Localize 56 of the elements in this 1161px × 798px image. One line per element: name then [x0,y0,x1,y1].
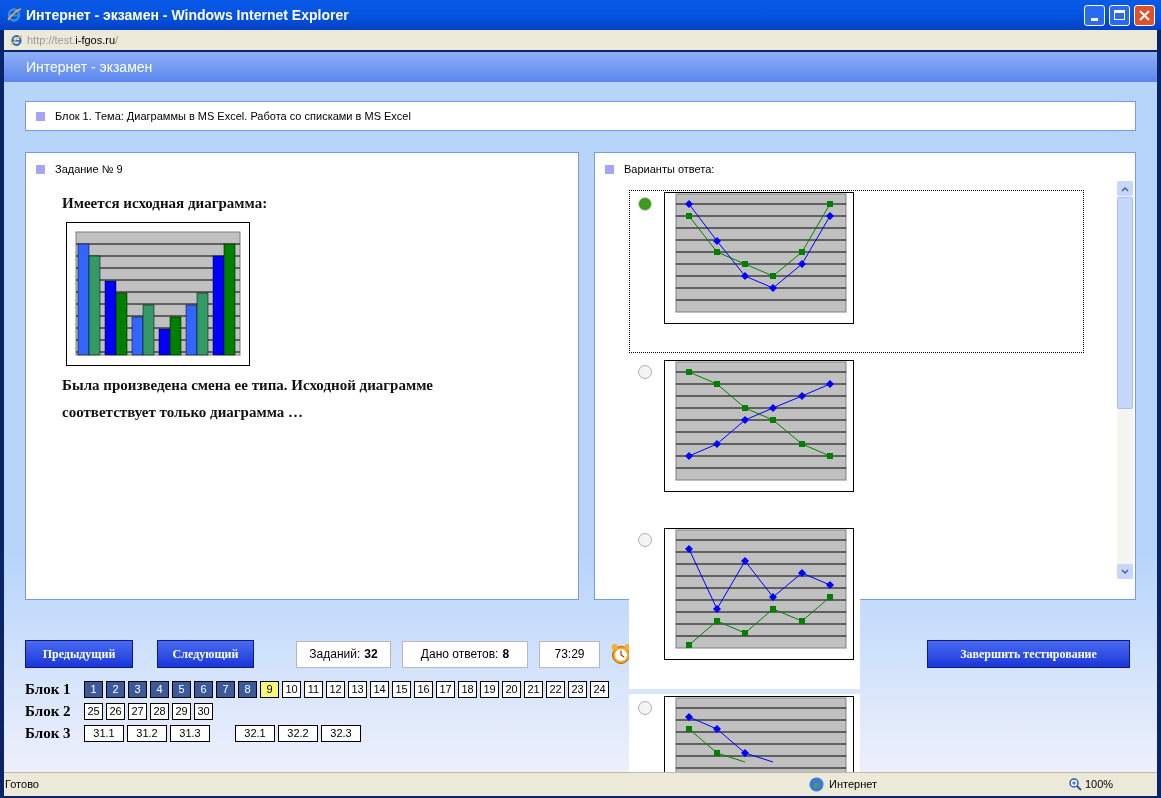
question-number[interactable]: 7 [216,681,235,698]
question-number[interactable]: 5 [172,681,191,698]
page-header: Интернет - экзамен [4,52,1157,82]
question-number[interactable]: 32.2 [278,725,318,742]
url-text: http://test.i-fgos.ru/ [27,32,119,48]
topic-text: Блок 1. Тема: Диаграммы в MS Excel. Работа со списками в MS Excel [55,108,411,124]
question-number[interactable]: 4 [150,681,169,698]
question-number[interactable]: 24 [590,681,609,698]
block-label: Блок 3 [25,726,72,741]
question-number[interactable]: 18 [458,681,477,698]
question-number[interactable]: 28 [150,703,169,720]
question-number[interactable]: 11 [304,681,323,698]
finish-button[interactable]: Завершить тестирование [927,640,1130,668]
question-number[interactable]: 31.1 [84,725,124,742]
question-number[interactable]: 26 [106,703,125,720]
timer: 73:29 [539,640,600,668]
question-number[interactable]: 3 [128,681,147,698]
question-number[interactable]: 12 [326,681,345,698]
question-number[interactable]: 2 [106,681,125,698]
task-text: Была произведена смена ее типа. Исходной диаграмме соответствует только диаграмма … [62,376,434,422]
answers-heading: Варианты ответа: [624,162,715,177]
question-number[interactable]: 14 [370,681,389,698]
question-number[interactable]: 9 [260,681,279,698]
task-intro: Имеется исходная диаграмма: [62,193,269,213]
block-label: Блок 1 [25,682,72,697]
question-number[interactable]: 10 [282,681,301,698]
task-heading: Задание № 9 [55,162,123,177]
question-number[interactable]: 31.3 [170,725,210,742]
next-button[interactable]: Следующий [157,640,254,668]
question-number[interactable]: 27 [128,703,147,720]
previous-button[interactable]: Предыдущий [25,640,133,668]
question-number[interactable]: 25 [84,703,103,720]
question-number[interactable]: 32.3 [321,725,361,742]
question-number[interactable]: 32.1 [235,725,275,742]
zoom-level[interactable]: 100% [1085,776,1114,793]
question-number[interactable]: 8 [238,681,257,698]
question-number[interactable]: 31.2 [127,725,167,742]
zone-text: Интернет [829,777,878,793]
question-number[interactable]: 15 [392,681,411,698]
tasks-counter: Заданий: 32 [296,640,391,668]
question-number[interactable]: 1 [84,681,103,698]
question-number[interactable]: 21 [524,681,543,698]
question-number[interactable]: 17 [436,681,455,698]
question-number[interactable]: 19 [480,681,499,698]
question-number[interactable]: 13 [348,681,367,698]
block-label: Блок 2 [25,704,72,719]
question-number[interactable]: 30 [194,703,213,720]
question-number[interactable]: 22 [546,681,565,698]
status-text: Готово [4,777,40,793]
answered-counter: Дано ответов: 8 [402,640,528,668]
question-number[interactable]: 20 [502,681,521,698]
question-number[interactable]: 29 [172,703,191,720]
window-title: Интернет - экзамен - Windows Internet Explorer [26,5,350,25]
question-number[interactable]: 6 [194,681,213,698]
question-number[interactable]: 23 [568,681,587,698]
question-number[interactable]: 16 [414,681,433,698]
